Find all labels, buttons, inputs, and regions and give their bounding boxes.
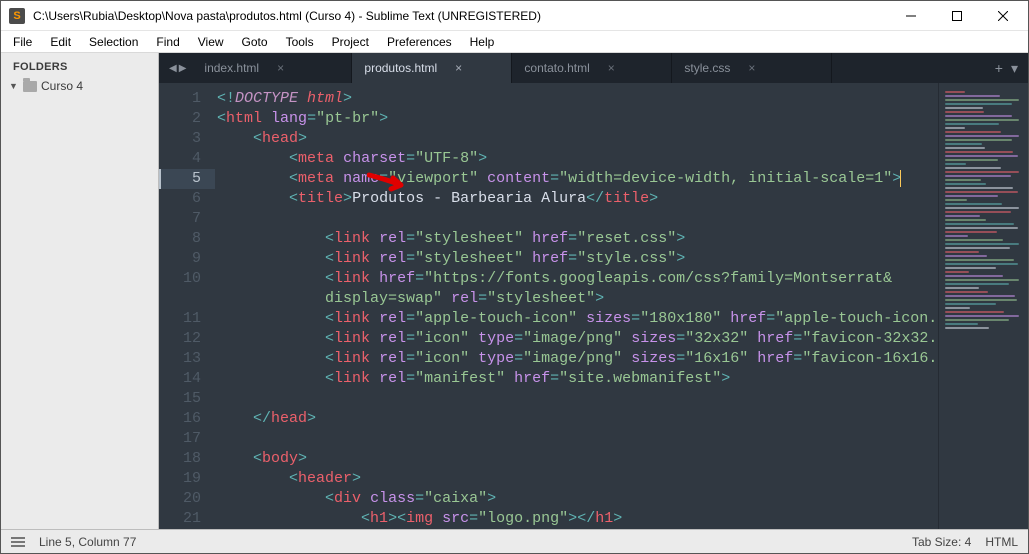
editor-area: ◀▶ index.html×produtos.html×contato.html… [159,53,1028,529]
status-tab-size[interactable]: Tab Size: 4 [912,535,971,549]
menu-file[interactable]: File [5,33,40,51]
menu-selection[interactable]: Selection [81,33,146,51]
menu-find[interactable]: Find [148,33,187,51]
tab-label: index.html [204,61,259,75]
menu-goto[interactable]: Goto [234,33,276,51]
tab-label: contato.html [524,61,589,75]
tab-history-nav[interactable]: ◀▶ [163,53,192,83]
tab-label: style.css [684,61,730,75]
close-tab-icon[interactable]: × [748,61,755,75]
sidebar-folder[interactable]: ▼ Curso 4 [1,77,158,95]
status-cursor-position[interactable]: Line 5, Column 77 [39,535,136,549]
close-tab-icon[interactable]: × [608,61,615,75]
new-tab-button[interactable]: + [995,60,1003,76]
menu-preferences[interactable]: Preferences [379,33,460,51]
panel-switcher-icon[interactable] [11,537,25,547]
menu-tools[interactable]: Tools [278,33,322,51]
tab-contato-html[interactable]: contato.html × [512,53,672,83]
sidebar-title: FOLDERS [1,57,158,77]
menu-help[interactable]: Help [462,33,503,51]
window-title: C:\Users\Rubia\Desktop\Nova pasta\produt… [33,9,888,23]
close-tab-icon[interactable]: × [455,61,462,75]
folder-icon [23,81,37,92]
line-gutter[interactable]: 12345678910111213141516171819202122 [159,83,215,529]
close-button[interactable] [980,1,1026,31]
menu-edit[interactable]: Edit [42,33,79,51]
statusbar: Line 5, Column 77 Tab Size: 4 HTML [1,529,1028,553]
tabbar: ◀▶ index.html×produtos.html×contato.html… [159,53,1028,83]
maximize-button[interactable] [934,1,980,31]
menubar: FileEditSelectionFindViewGotoToolsProjec… [1,31,1028,53]
window-controls [888,1,1026,31]
disclosure-triangle-icon[interactable]: ▼ [9,81,19,91]
tab-menu-button[interactable]: ▾ [1011,60,1018,77]
status-syntax[interactable]: HTML [985,535,1018,549]
menu-project[interactable]: Project [324,33,377,51]
tab-index-html[interactable]: index.html × [192,53,352,83]
close-tab-icon[interactable]: × [277,61,284,75]
folder-label: Curso 4 [41,79,83,93]
sidebar: FOLDERS ▼ Curso 4 [1,53,159,529]
code-editor[interactable]: <!DOCTYPE html><html lang="pt-br"> <head… [215,83,938,529]
minimap[interactable] [938,83,1028,529]
tab-label: produtos.html [364,61,437,75]
app-icon: S [9,8,25,24]
minimize-button[interactable] [888,1,934,31]
tab-style-css[interactable]: style.css × [672,53,832,83]
window-titlebar: S C:\Users\Rubia\Desktop\Nova pasta\prod… [1,1,1028,31]
tab-produtos-html[interactable]: produtos.html × [352,53,512,83]
menu-view[interactable]: View [190,33,232,51]
